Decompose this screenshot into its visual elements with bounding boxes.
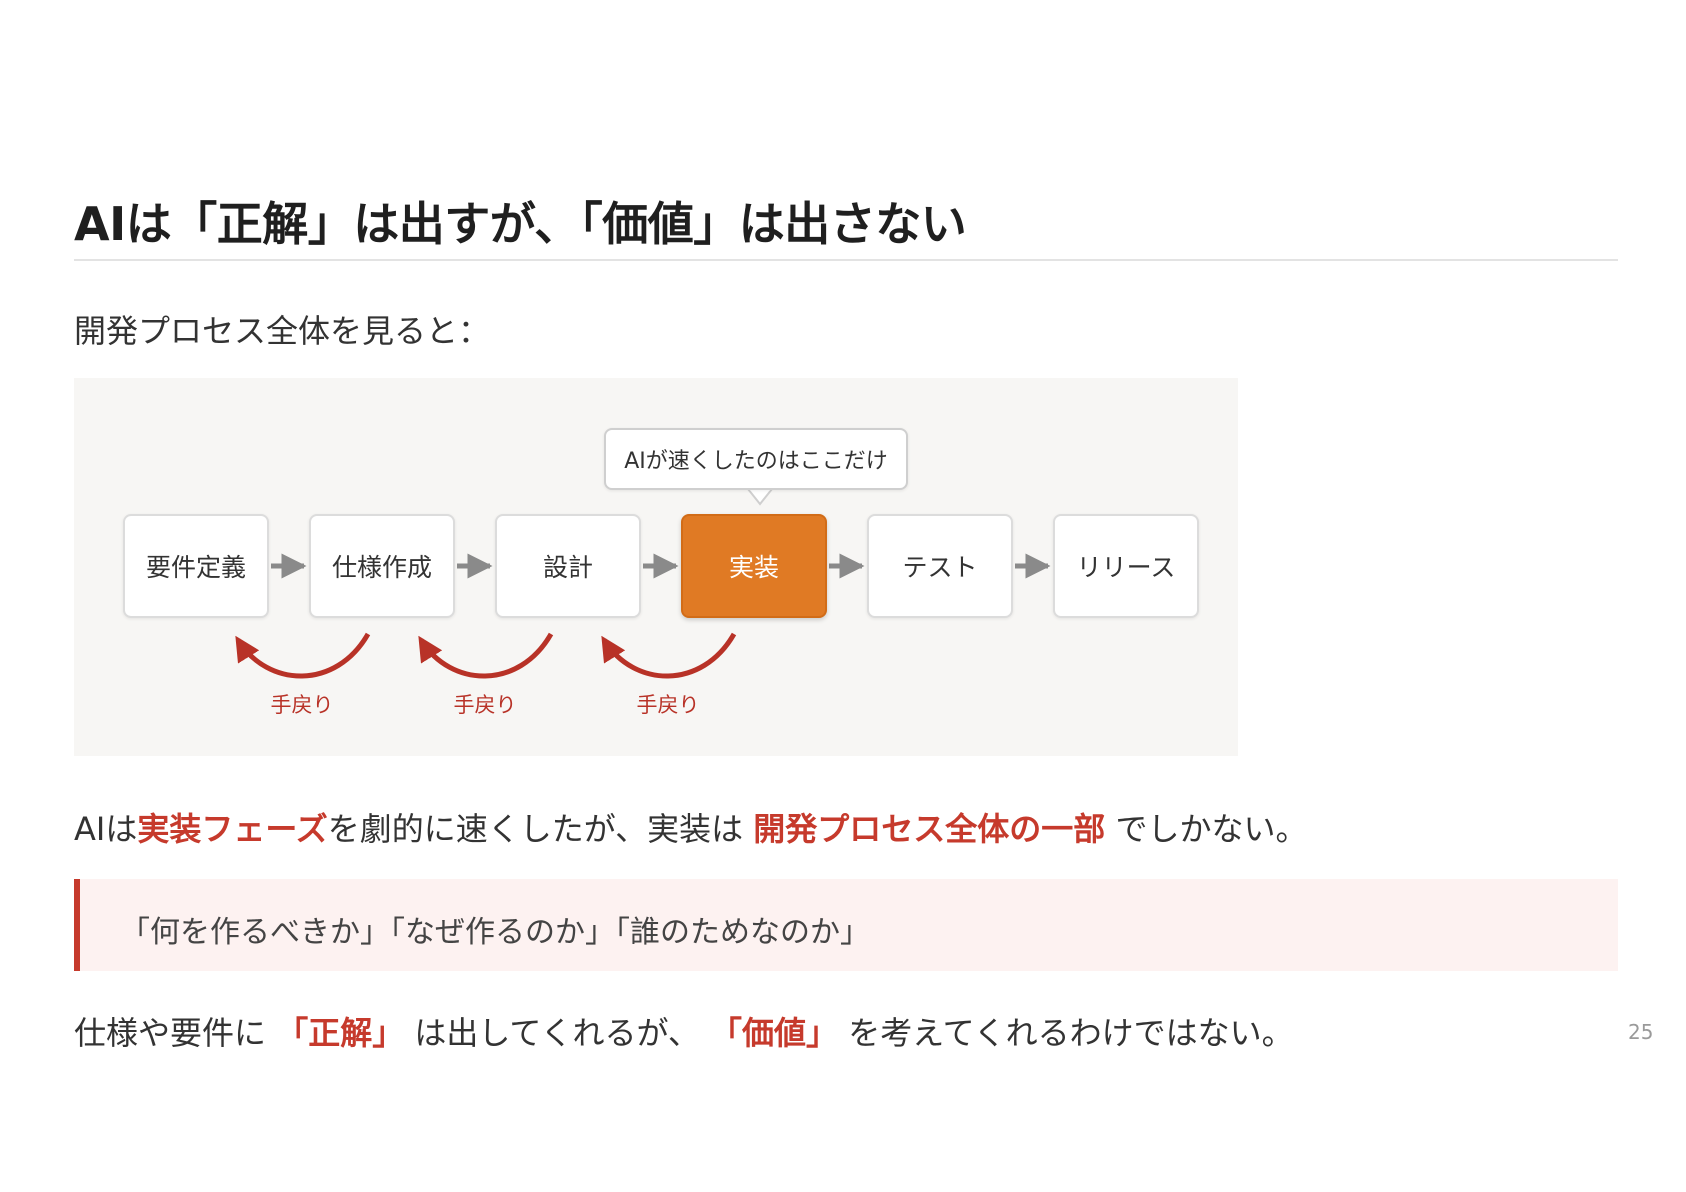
summary-suffix: でしかない。 — [1105, 810, 1308, 848]
callout-bubble: AIが速くしたのはここだけ — [604, 428, 908, 490]
step-implementation: 実装 — [681, 514, 827, 618]
rework-arrow — [418, 632, 554, 679]
summary-highlight-process: 開発プロセス全体の一部 — [753, 810, 1106, 848]
closing-suffix: を考えてくれるわけではない。 — [838, 1014, 1294, 1052]
summary-prefix: AIは — [74, 810, 138, 848]
quote-box: 「何を作るべきか」「なぜ作るのか」「誰のためなのか」 — [74, 879, 1618, 971]
closing-text: 仕様や要件に 「正解」 は出してくれるが、 「価値」 を考えてくれるわけではない… — [74, 1008, 1294, 1054]
callout-pointer — [747, 488, 773, 506]
step-design: 設計 — [495, 514, 641, 618]
step-release: リリース — [1053, 514, 1199, 618]
step-specification: 仕様作成 — [309, 514, 455, 618]
rework-label: 手戻り — [453, 693, 517, 717]
closing-highlight-answer: 「正解」 — [276, 1014, 405, 1052]
step-requirements: 要件定義 — [123, 514, 269, 618]
closing-middle: は出してくれるが、 — [404, 1014, 710, 1052]
page-number: 25 — [1628, 1020, 1654, 1044]
closing-highlight-value: 「価値」 — [710, 1014, 839, 1052]
rework-arrow — [235, 632, 371, 679]
step-test: テスト — [867, 514, 1013, 618]
closing-prefix: 仕様や要件に — [74, 1014, 277, 1052]
summary-highlight-implementation: 実装フェーズ — [137, 810, 328, 848]
rework-arrow — [601, 632, 737, 679]
rework-label: 手戻り — [270, 693, 334, 717]
rework-label: 手戻り — [636, 693, 700, 717]
quote-text: 「何を作るべきか」「なぜ作るのか」「誰のためなのか」 — [120, 915, 870, 950]
summary-middle: を劇的に速くしたが、実装は — [327, 810, 754, 848]
summary-text: AIは実装フェーズを劇的に速くしたが、実装は 開発プロセス全体の一部 でしかない… — [74, 804, 1308, 850]
